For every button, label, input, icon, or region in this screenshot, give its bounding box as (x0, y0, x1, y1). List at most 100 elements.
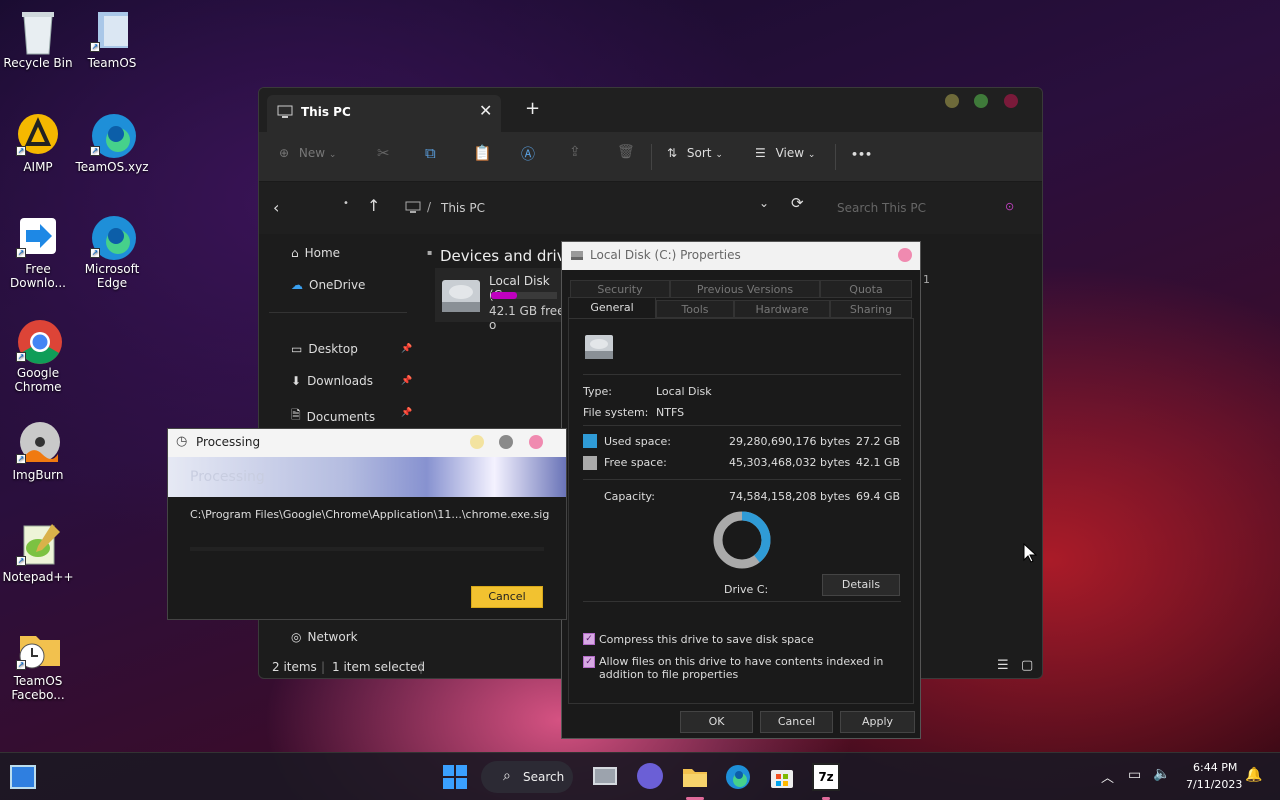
chevron-down-icon: ⌄ (328, 150, 337, 160)
search-placeholder: Search This PC (837, 201, 926, 215)
desktop-icon-label: TeamOS Facebo... (11, 674, 65, 702)
volume-icon[interactable]: 🔈 (1153, 766, 1170, 782)
sidebar-item-home[interactable]: ⌂ Home (291, 246, 340, 260)
processing-banner-text: Processing (190, 469, 265, 485)
address-dropdown-icon[interactable]: ⌄ (759, 196, 769, 210)
capacity-label: Capacity: (604, 490, 655, 503)
tab-quota[interactable]: Quota (820, 280, 912, 298)
chevron-down-icon: ⌄ (807, 150, 816, 160)
desktop-icon-notepad-plus-plus[interactable]: ↗ Notepad++ (0, 522, 76, 584)
tab-security[interactable]: Security (570, 280, 670, 298)
desktop-icon-recycle-bin[interactable]: Recycle Bin (0, 8, 76, 70)
forward-dot-icon[interactable]: • (343, 198, 349, 209)
desktop-icon-teamos[interactable]: ↗ TeamOS (74, 8, 150, 70)
show-hidden-icons-chevron[interactable]: ︿ (1101, 767, 1114, 786)
desktop-icon-free-download[interactable]: ↗ Free Downlo... (0, 214, 76, 290)
paste-icon[interactable]: 📋 (473, 144, 492, 162)
copy-icon[interactable]: ⧉ (425, 144, 436, 162)
desktop-icon-teamos-xyz[interactable]: ↗ TeamOS.xyz (74, 112, 150, 174)
view-button[interactable]: ☰ View ⌄ (755, 146, 815, 160)
tab-sharing[interactable]: Sharing (830, 300, 912, 318)
maximize-dot-icon[interactable] (499, 435, 513, 449)
edge-icon: ↗ (90, 112, 136, 158)
compress-checkbox[interactable]: ✓ (583, 633, 595, 645)
ok-button[interactable]: OK (680, 711, 753, 733)
desktop-icon-imgburn[interactable]: ↗ ImgBurn (0, 420, 76, 482)
compress-label: Compress this drive to save disk space (599, 633, 814, 646)
up-arrow-icon[interactable]: ↑ (367, 196, 380, 215)
explorer-tab[interactable]: This PC ✕ (267, 95, 501, 132)
processing-cancel-button[interactable]: Cancel (471, 586, 543, 608)
seven-zip-icon[interactable]: 7z (812, 763, 840, 791)
section-collapse-icon[interactable]: ▪ (427, 248, 432, 257)
sidebar-item-network[interactable]: ◎ Network (291, 630, 358, 644)
details-button[interactable]: Details (822, 574, 900, 596)
details-label: Details (841, 578, 881, 591)
sidebar-item-documents[interactable]: 🗎 Documents (291, 406, 375, 427)
taskbar: ⌕ Search 7z ︿ ▭ 🔈 6:44 PM 7/11/2023 🔔 (0, 752, 1280, 800)
desktop-icon: ▭ (291, 342, 303, 356)
desktop-icon-label: AIMP (23, 160, 53, 174)
processing-file-path: C:\Program Files\Google\Chrome\Applicati… (190, 508, 550, 521)
taskbar-search[interactable]: ⌕ Search (481, 761, 573, 793)
network-tray-icon[interactable]: ▭ (1128, 767, 1141, 783)
tab-tools[interactable]: Tools (656, 300, 734, 318)
close-dot-icon[interactable] (1004, 94, 1018, 108)
rename-icon[interactable]: Ⓐ (521, 144, 535, 164)
clock-date[interactable]: 7/11/2023 (1186, 778, 1242, 791)
new-tab-icon[interactable]: + (525, 98, 540, 119)
sidebar-item-downloads[interactable]: ⬇ Downloads (291, 374, 373, 388)
sidebar-item-desktop[interactable]: ▭ Desktop (291, 342, 358, 356)
desktop-icon-google-chrome[interactable]: ↗ Google Chrome (0, 318, 76, 394)
search-label: Search (523, 770, 565, 784)
close-tab-icon[interactable]: ✕ (479, 101, 492, 120)
details-view-icon[interactable]: ☰ (997, 658, 1009, 673)
drive-tile-c[interactable]: Local Disk (C: 42.1 GB free o (435, 268, 565, 332)
shortcut-arrow-icon: ↗ (16, 146, 26, 156)
sort-button[interactable]: ⇅ Sort ⌄ (667, 146, 723, 160)
free-space-swatch (583, 456, 597, 470)
apply-button[interactable]: Apply (840, 711, 915, 733)
share-icon[interactable]: ⇪ (569, 144, 581, 160)
widgets-icon[interactable] (10, 765, 36, 789)
more-options-button[interactable]: ••• (851, 148, 872, 161)
edge-taskbar-icon[interactable] (724, 763, 752, 791)
minimize-dot-icon[interactable] (945, 94, 959, 108)
desktop-icon-label: Free Downlo... (10, 262, 66, 290)
close-dot-icon[interactable] (898, 248, 912, 262)
tab-previous-versions[interactable]: Previous Versions (670, 280, 820, 298)
notification-icon[interactable]: 🔔 (1245, 767, 1262, 783)
tab-title: This PC (301, 105, 351, 119)
desktop-icon-aimp[interactable]: ↗ AIMP (0, 112, 76, 174)
new-label: New (298, 146, 326, 160)
desktop-icon-teamos-facebook[interactable]: ↗ TeamOS Facebo... (0, 626, 76, 702)
tab-hardware[interactable]: Hardware (734, 300, 830, 318)
download-manager-icon: ↗ (16, 214, 60, 258)
refresh-icon[interactable]: ⟳ (791, 194, 804, 212)
cut-icon[interactable]: ✂ (377, 144, 390, 162)
task-view-icon[interactable] (593, 767, 617, 785)
capacity-size: 69.4 GB (856, 490, 901, 503)
close-dot-icon[interactable] (529, 435, 543, 449)
status-item-count: 2 items (272, 660, 317, 674)
back-arrow-icon[interactable]: ‹ (273, 198, 279, 217)
tab-general[interactable]: General (568, 297, 656, 319)
minimize-dot-icon[interactable] (470, 435, 484, 449)
new-button[interactable]: ⊕ New ⌄ (279, 146, 336, 160)
address-field[interactable]: / This PC (399, 192, 779, 224)
maximize-dot-icon[interactable] (974, 94, 988, 108)
sidebar-item-onedrive[interactable]: ☁ OneDrive (291, 278, 365, 292)
search-box[interactable]: Search This PC ⊙ (825, 192, 1025, 224)
sidebar-item-label: Documents (306, 409, 376, 424)
file-explorer-taskbar-icon[interactable] (681, 763, 709, 791)
cancel-button[interactable]: Cancel (760, 711, 833, 733)
tiles-view-icon[interactable]: ▢ (1021, 658, 1033, 673)
delete-icon[interactable]: 🗑 (617, 144, 635, 160)
free-space-label: Free space: (604, 456, 667, 469)
start-button-icon[interactable] (441, 763, 469, 791)
desktop-icon-microsoft-edge[interactable]: ↗ Microsoft Edge (74, 214, 150, 290)
store-icon[interactable] (768, 763, 796, 791)
chat-icon[interactable] (637, 763, 663, 789)
clock-time[interactable]: 6:44 PM (1193, 761, 1237, 774)
index-checkbox[interactable]: ✓ (583, 656, 595, 668)
